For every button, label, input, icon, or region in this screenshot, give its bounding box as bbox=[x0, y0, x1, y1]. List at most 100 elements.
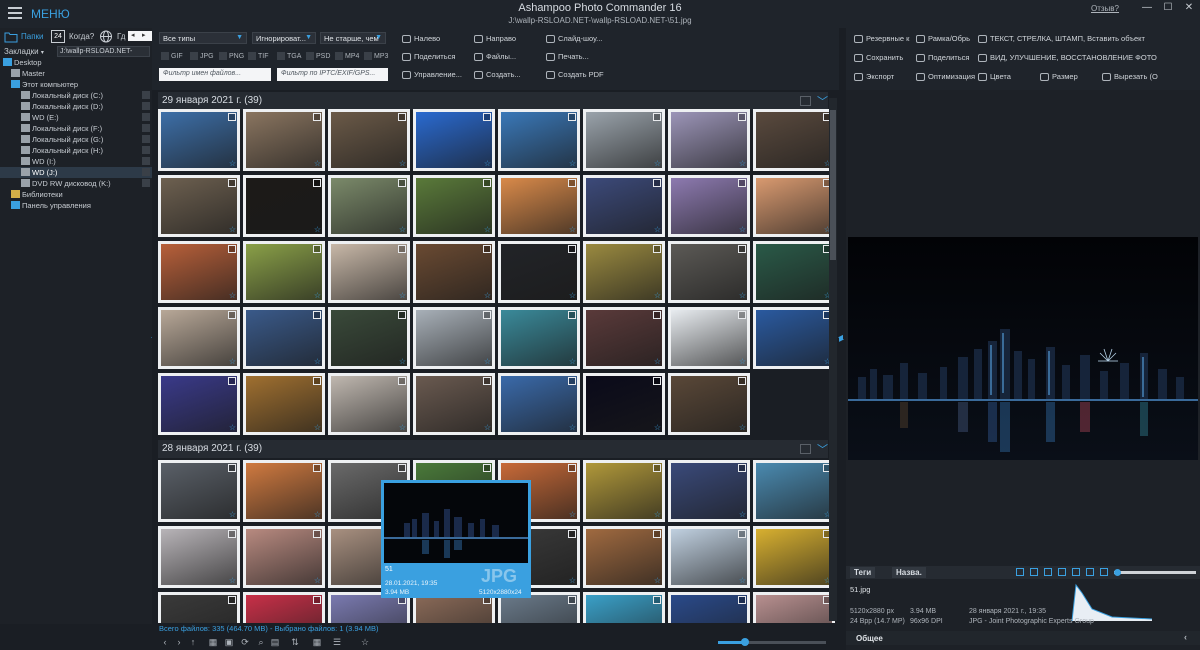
star-icon[interactable]: ☆ bbox=[569, 424, 576, 432]
photo-thumbnail[interactable]: ☆ bbox=[243, 373, 325, 435]
photo-thumbnail[interactable]: ☆ bbox=[583, 460, 665, 522]
tab-where[interactable]: Гд bbox=[117, 32, 125, 41]
chevron-left-icon[interactable]: ‹ bbox=[1184, 632, 1187, 642]
photo-thumbnail[interactable]: ☆ bbox=[158, 241, 240, 303]
iptc-filter-input[interactable]: Фильтр по IPTC/EXIF/GPS... bbox=[277, 68, 388, 81]
photo-thumbnail[interactable]: ☆ bbox=[668, 175, 750, 237]
photo-thumbnail[interactable]: ☆ bbox=[328, 175, 410, 237]
bookmarks-dropdown[interactable]: Закладки ▾ bbox=[4, 47, 44, 56]
tree-item[interactable]: DVD RW дисковод (K:) bbox=[0, 178, 152, 189]
map-view-icon[interactable] bbox=[1058, 568, 1066, 576]
thumbnail-checkbox[interactable] bbox=[568, 596, 576, 604]
photo-thumbnail[interactable]: ☆ bbox=[158, 526, 240, 588]
photo-thumbnail[interactable]: ☆ bbox=[243, 460, 325, 522]
photo-thumbnail[interactable]: ☆ bbox=[753, 109, 835, 171]
thumbnail-checkbox[interactable] bbox=[228, 311, 236, 319]
action-button[interactable]: Создать PDF bbox=[546, 70, 604, 80]
thumbnail-checkbox[interactable] bbox=[653, 530, 661, 538]
chevron-down-icon[interactable]: ﹀ bbox=[817, 441, 828, 457]
photo-thumbnail[interactable]: ☆ bbox=[753, 307, 835, 369]
histogram-view-icon[interactable] bbox=[1044, 568, 1052, 576]
tree-item[interactable]: Локальный диск (C:) bbox=[0, 90, 152, 101]
photo-thumbnail[interactable]: ☆ bbox=[413, 373, 495, 435]
star-icon[interactable]: ☆ bbox=[739, 358, 746, 366]
star-icon[interactable]: ☆ bbox=[484, 292, 491, 300]
sort-icon[interactable]: ⇅ bbox=[290, 637, 300, 647]
photo-thumbnail[interactable]: ☆ bbox=[498, 307, 580, 369]
star-icon[interactable]: ☆ bbox=[569, 511, 576, 519]
tree-item[interactable]: Локальный диск (D:) bbox=[0, 101, 152, 112]
file-type-checkbox[interactable]: TGA bbox=[277, 52, 301, 60]
photo-thumbnail[interactable]: ☆ bbox=[413, 109, 495, 171]
globe-icon[interactable] bbox=[99, 30, 113, 43]
tree-item-checkbox[interactable] bbox=[142, 102, 150, 110]
photo-thumbnail[interactable]: ☆ bbox=[753, 592, 835, 623]
tree-item-checkbox[interactable] bbox=[142, 113, 150, 121]
file-type-checkbox[interactable]: PNG bbox=[219, 52, 244, 60]
star-icon[interactable]: ☆ bbox=[654, 358, 661, 366]
thumbnail-checkbox[interactable] bbox=[738, 179, 746, 187]
star-icon[interactable]: ☆ bbox=[314, 424, 321, 432]
photo-thumbnail[interactable]: ☆ bbox=[583, 109, 665, 171]
thumbnail-checkbox[interactable] bbox=[738, 596, 746, 604]
thumbnail-checkbox[interactable] bbox=[738, 464, 746, 472]
star-icon[interactable]: ☆ bbox=[314, 511, 321, 519]
edit-action-button[interactable]: Вырезать (О bbox=[1102, 72, 1158, 82]
photo-thumbnail[interactable]: ☆ bbox=[753, 526, 835, 588]
photo-thumbnail[interactable]: ☆ bbox=[668, 241, 750, 303]
star-icon[interactable]: ☆ bbox=[569, 226, 576, 234]
group-select-checkbox[interactable] bbox=[800, 444, 811, 454]
star-icon[interactable]: ☆ bbox=[229, 577, 236, 585]
photo-thumbnail[interactable]: ☆ bbox=[158, 592, 240, 623]
file-type-checkbox[interactable]: JPG bbox=[190, 52, 214, 60]
thumbnail-checkbox[interactable] bbox=[653, 245, 661, 253]
scrollbar[interactable] bbox=[829, 98, 837, 621]
photo-thumbnail[interactable]: ☆ bbox=[243, 109, 325, 171]
up-icon[interactable]: ↑ bbox=[188, 637, 198, 647]
action-button[interactable]: Файлы... bbox=[474, 52, 516, 62]
star-icon[interactable]: ☆ bbox=[739, 511, 746, 519]
tab-scroll-arrows[interactable]: ◂ ▸ bbox=[128, 31, 152, 41]
close-button[interactable]: ✕ bbox=[1182, 2, 1196, 14]
edit-action-button[interactable]: ТЕКСТ, СТРЕЛКА, ШТАМП, Вставить объект bbox=[978, 34, 1145, 44]
color-view-icon[interactable] bbox=[1072, 568, 1080, 576]
folder-icon[interactable] bbox=[4, 30, 18, 43]
preview-zoom-slider[interactable] bbox=[1114, 569, 1196, 576]
star-icon[interactable]: ☆ bbox=[314, 292, 321, 300]
tree-item[interactable]: WD (J:) bbox=[0, 167, 152, 178]
star-icon[interactable]: ☆ bbox=[569, 292, 576, 300]
thumbnail-checkbox[interactable] bbox=[313, 113, 321, 121]
star-icon[interactable]: ☆ bbox=[654, 577, 661, 585]
photo-thumbnail[interactable]: ☆ bbox=[158, 373, 240, 435]
thumbnail-checkbox[interactable] bbox=[483, 311, 491, 319]
tree-item[interactable]: Локальный диск (F:) bbox=[0, 123, 152, 134]
star-icon[interactable]: ☆ bbox=[314, 358, 321, 366]
photo-thumbnail[interactable]: ☆ bbox=[328, 241, 410, 303]
photo-thumbnail[interactable]: ☆ bbox=[583, 373, 665, 435]
photo-thumbnail[interactable]: ☆ bbox=[668, 526, 750, 588]
thumbnail-checkbox[interactable] bbox=[653, 311, 661, 319]
chevron-left-icon[interactable]: ◂ bbox=[131, 31, 135, 39]
tab-folders[interactable]: Папки bbox=[21, 32, 44, 41]
photo-thumbnail[interactable]: ☆ bbox=[498, 109, 580, 171]
tree-item[interactable]: Локальный диск (H:) bbox=[0, 145, 152, 156]
age-filter-dropdown[interactable]: Не старше, чем ▼ bbox=[320, 32, 386, 44]
minimize-button[interactable]: — bbox=[1140, 2, 1154, 14]
thumbnail-checkbox[interactable] bbox=[398, 377, 406, 385]
star-icon[interactable]: ☆ bbox=[484, 358, 491, 366]
star-icon[interactable]: ☆ bbox=[739, 577, 746, 585]
photo-thumbnail[interactable]: ☆ bbox=[158, 109, 240, 171]
star-icon[interactable]: ☆ bbox=[484, 226, 491, 234]
thumbnail-checkbox[interactable] bbox=[398, 311, 406, 319]
star-icon[interactable]: ☆ bbox=[654, 511, 661, 519]
zoom-slider[interactable] bbox=[718, 638, 826, 646]
photo-thumbnail[interactable]: ☆ bbox=[328, 307, 410, 369]
thumbnail-checkbox[interactable] bbox=[313, 377, 321, 385]
photo-thumbnail[interactable]: ☆ bbox=[668, 307, 750, 369]
view-grid-icon[interactable]: ▦ bbox=[208, 637, 218, 647]
edit-action-button[interactable]: Экспорт bbox=[854, 72, 894, 82]
thumbnail-checkbox[interactable] bbox=[228, 113, 236, 121]
refresh-icon[interactable]: ⟳ bbox=[240, 637, 250, 647]
collapse-preview-icon[interactable]: ◂ bbox=[838, 332, 843, 343]
action-button[interactable]: Налево bbox=[402, 34, 440, 44]
